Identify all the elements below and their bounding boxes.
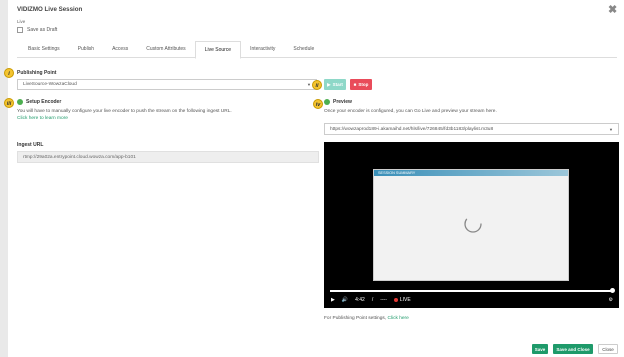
tab-bar: Basic Settings Publish Access Custom Att… — [17, 41, 617, 59]
marker-ii: ii — [312, 80, 322, 90]
start-label: Start — [332, 82, 343, 87]
save-as-draft-checkbox[interactable]: Save as Draft — [17, 27, 57, 33]
close-icon[interactable]: ✖ — [608, 5, 617, 16]
tab-access[interactable]: Access — [103, 41, 137, 58]
start-button[interactable]: ▶ Start — [324, 79, 346, 90]
publishing-point-value: LiveSource-WowzaCloud — [23, 82, 77, 87]
marker-iii: iii — [4, 98, 14, 108]
save-button[interactable]: Save — [532, 344, 548, 354]
publishing-note-text: For Publishing Point settings, — [324, 316, 387, 321]
progress-bar[interactable] — [330, 290, 614, 292]
time-separator: / — [371, 297, 374, 303]
play-icon[interactable]: ▶ — [331, 297, 335, 303]
publishing-settings-note: For Publishing Point settings, Click her… — [324, 315, 409, 322]
progress-handle[interactable] — [610, 288, 615, 293]
chevron-down-icon: ▼ — [307, 82, 311, 87]
publishing-point-select[interactable]: LiveSource-WowzaCloud ▼ — [17, 79, 317, 90]
close-button[interactable]: Close — [598, 344, 618, 354]
tab-interactivity[interactable]: Interactivity — [241, 41, 284, 58]
preview-title: Preview — [333, 99, 352, 105]
live-label: LIVE — [399, 297, 411, 303]
preview-heading: Preview — [324, 99, 352, 105]
video-frame: SESSION SUMMARY — [373, 169, 569, 281]
ingest-url-label: Ingest URL — [17, 142, 44, 148]
tab-live-source[interactable]: Live Source — [194, 41, 242, 59]
volume-icon[interactable]: 🔊 — [342, 297, 348, 303]
time-total: ---- — [380, 297, 387, 303]
status-label: Live — [17, 19, 26, 24]
time-current: 4:42 — [355, 297, 365, 303]
live-dot-icon — [393, 298, 398, 302]
save-and-close-button[interactable]: Save and Close — [553, 344, 593, 354]
tab-publish[interactable]: Publish — [69, 41, 103, 58]
step-icon — [17, 99, 23, 105]
publishing-settings-link[interactable]: Click here — [387, 316, 408, 321]
tab-custom-attributes[interactable]: Custom Attributes — [137, 41, 194, 58]
stop-label: Stop — [358, 82, 369, 87]
video-player[interactable]: SESSION SUMMARY ▶ 🔊 4:42 / ---- LIVE ⚙ — [324, 142, 619, 308]
setup-encoder-title: Setup Encoder — [26, 99, 62, 105]
settings-gear-icon[interactable]: ⚙ — [609, 297, 613, 303]
setup-encoder-description: You will have to manually configure your… — [17, 109, 232, 114]
preview-description: Once your encoder is configured, you can… — [324, 109, 497, 114]
stop-button[interactable]: ■ Stop — [350, 79, 372, 90]
dialog-title: VIDIZMO Live Session — [17, 6, 83, 13]
learn-more-link[interactable]: Click here to learn more — [17, 115, 68, 122]
player-controls: ▶ 🔊 4:42 / ---- LIVE ⚙ — [331, 295, 613, 305]
publishing-point-label: Publishing Point — [17, 70, 57, 76]
tab-schedule[interactable]: Schedule — [284, 41, 323, 58]
stop-icon: ■ — [353, 82, 357, 87]
stream-url-select[interactable]: https://wowzaprod189-i.akamaihd.net/hls/… — [324, 123, 619, 135]
marker-iv: iv — [313, 99, 323, 109]
modal-dialog: VIDIZMO Live Session ✖ Live Save as Draf… — [4, 0, 624, 357]
setup-encoder-heading: Setup Encoder — [17, 99, 61, 105]
slide-header: SESSION SUMMARY — [374, 170, 568, 176]
live-indicator[interactable]: LIVE — [393, 297, 411, 303]
stream-url-value: https://wowzaprod189-i.akamaihd.net/hls/… — [330, 126, 494, 132]
loading-spinner-icon — [463, 214, 483, 234]
step-icon — [324, 99, 330, 105]
save-as-draft-label: Save as Draft — [27, 27, 58, 33]
ingest-url-field[interactable]: rtmp://29a02a.entrypoint.cloud.wowza.com… — [17, 151, 319, 163]
play-icon: ▶ — [327, 81, 331, 87]
checkbox-box[interactable] — [17, 27, 23, 33]
chevron-down-icon: ▼ — [609, 126, 613, 132]
tab-basic-settings[interactable]: Basic Settings — [19, 41, 69, 58]
marker-i: i — [4, 68, 14, 78]
